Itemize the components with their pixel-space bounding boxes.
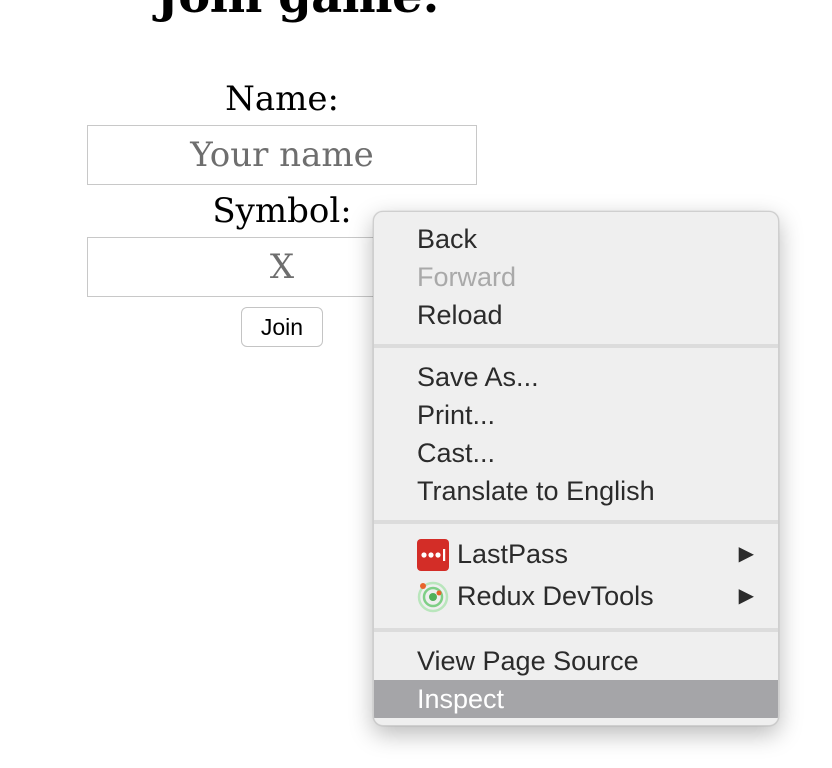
menu-item-print[interactable]: Print... (374, 396, 778, 434)
redux-devtools-icon (417, 581, 449, 613)
submenu-arrow-icon: ▶ (738, 585, 754, 607)
menu-item-inspect[interactable]: Inspect (374, 680, 778, 718)
menu-item-lastpass[interactable]: LastPass ▶ (374, 535, 778, 573)
page-title: Join game: (156, 0, 440, 20)
name-label: Name: (225, 79, 339, 119)
menu-separator (374, 344, 778, 348)
menu-separator (374, 628, 778, 632)
menu-item-redux-devtools[interactable]: Redux DevTools ▶ (374, 577, 778, 615)
lastpass-icon (417, 539, 449, 571)
menu-item-cast[interactable]: Cast... (374, 434, 778, 472)
menu-item-label: LastPass (457, 539, 569, 569)
context-menu: Back Forward Reload Save As... Print... … (373, 211, 779, 726)
menu-item-label: Redux DevTools (457, 581, 654, 611)
menu-item-save-as[interactable]: Save As... (374, 358, 778, 396)
menu-item-view-page-source[interactable]: View Page Source (374, 642, 778, 680)
menu-item-reload[interactable]: Reload (374, 296, 778, 334)
menu-item-back[interactable]: Back (374, 220, 778, 258)
menu-item-forward: Forward (417, 262, 517, 292)
menu-separator (374, 520, 778, 524)
name-input[interactable] (87, 125, 477, 185)
submenu-arrow-icon: ▶ (738, 543, 754, 565)
join-button[interactable]: Join (241, 307, 323, 347)
menu-item-translate[interactable]: Translate to English (374, 472, 778, 510)
